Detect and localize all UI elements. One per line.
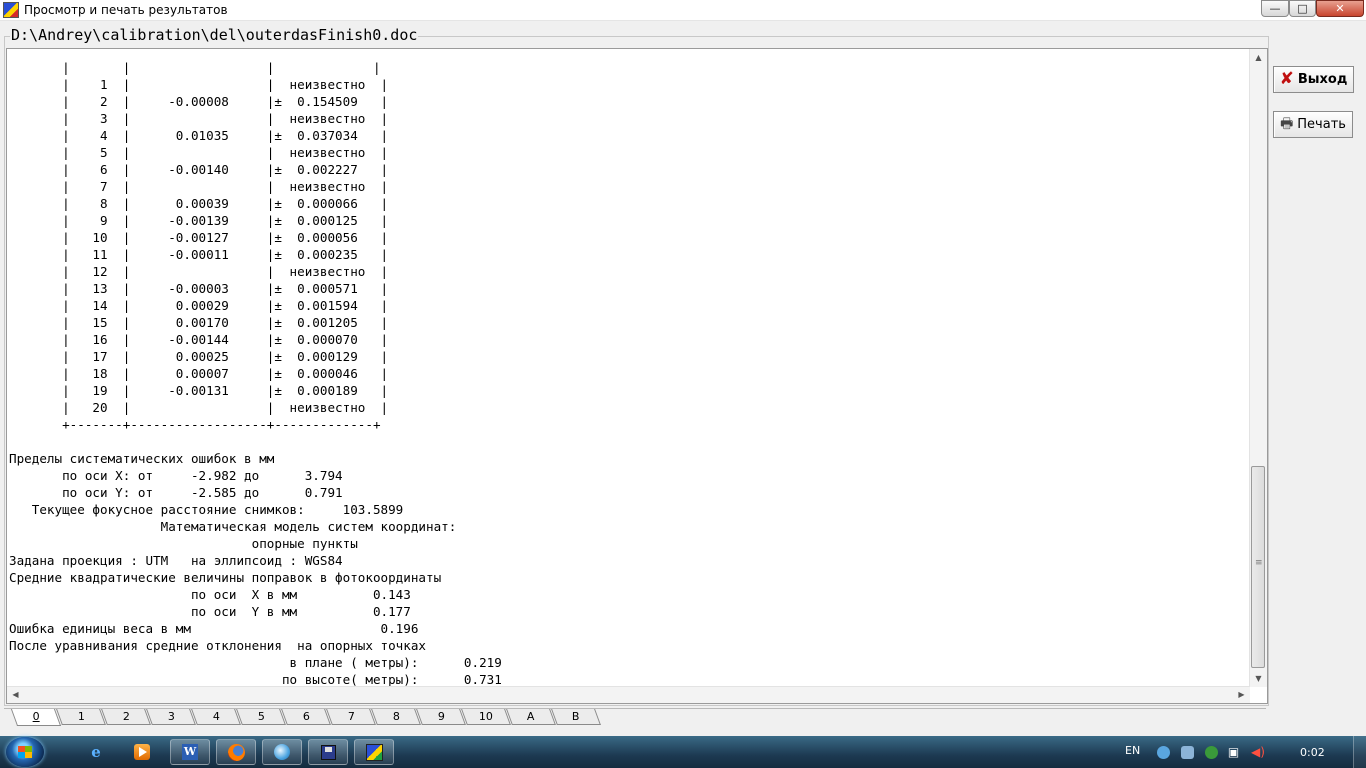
grip-icon: ≡ (1255, 558, 1263, 568)
file-path-caption: D:\Andrey\calibration\del\outerdasFinish… (10, 26, 419, 44)
show-desktop-button[interactable] (1353, 736, 1366, 768)
firefox-icon[interactable] (216, 739, 256, 765)
taskbar: e W EN ▣ ◀) 0:02 (0, 736, 1366, 768)
tab-label: 7 (347, 710, 355, 723)
tab-2[interactable]: 2 (101, 709, 151, 725)
tools-icon[interactable] (1181, 746, 1194, 759)
tab-label: 5 (257, 710, 265, 723)
tab-label: 4 (212, 710, 220, 723)
horizontal-scrollbar[interactable]: ◀ ▶ (7, 686, 1250, 703)
tab-label: 0 (32, 710, 40, 723)
scroll-up-arrow-icon[interactable]: ▲ (1250, 49, 1267, 66)
app-icon (3, 2, 19, 18)
tab-label: 2 (122, 710, 130, 723)
exit-button-label: Выход (1297, 72, 1348, 87)
tab-1[interactable]: 1 (56, 709, 106, 725)
print-button-label: Печать (1297, 117, 1346, 132)
scroll-left-arrow-icon[interactable]: ◀ (7, 687, 24, 703)
tab-label: B (572, 710, 580, 723)
tab-label: 8 (392, 710, 400, 723)
tab-label: 6 (302, 710, 310, 723)
tab-4[interactable]: 4 (191, 709, 241, 725)
start-button[interactable] (6, 737, 44, 767)
internet-explorer-icon[interactable]: e (76, 739, 116, 765)
floppy-disk-icon[interactable] (308, 739, 348, 765)
print-button[interactable]: 🖶 Печать (1273, 111, 1353, 138)
language-indicator[interactable]: EN (1125, 744, 1140, 757)
maximize-button[interactable]: □ (1289, 0, 1316, 17)
tab-label: 10 (478, 710, 493, 723)
report-viewer[interactable]: | | | | | 1 | | неизвестно | | 2 | -0.00… (6, 48, 1268, 704)
globe-app-icon[interactable] (262, 739, 302, 765)
tab-label: 9 (437, 710, 445, 723)
window-title: Просмотр и печать результатов (24, 3, 228, 17)
system-tray: EN ▣ ◀) 0:02 (1115, 736, 1366, 768)
windows-logo-icon (18, 746, 32, 758)
vertical-scroll-thumb[interactable]: ≡ (1251, 466, 1265, 668)
clock[interactable]: 0:02 (1300, 746, 1325, 759)
tab-label: 1 (77, 710, 85, 723)
tab-7[interactable]: 7 (326, 709, 376, 725)
tab-10[interactable]: 10 (461, 709, 511, 725)
vertical-scrollbar[interactable]: ▲ ≡ ▼ (1249, 49, 1267, 687)
tab-B[interactable]: B (551, 709, 601, 725)
tab-8[interactable]: 8 (371, 709, 421, 725)
page-tabs: 0 1 2 3 4 5 6 7 8 9 10 A B (4, 708, 1266, 727)
minimize-button[interactable]: — (1261, 0, 1289, 17)
tab-0[interactable]: 0 (10, 709, 62, 726)
network-icon[interactable]: ▣ (1227, 746, 1240, 759)
antivirus-icon[interactable] (1205, 746, 1218, 759)
tab-label: 3 (167, 710, 175, 723)
tab-3[interactable]: 3 (146, 709, 196, 725)
exit-button[interactable]: ✘ Выход (1273, 66, 1354, 93)
tab-9[interactable]: 9 (416, 709, 466, 725)
scroll-right-arrow-icon[interactable]: ▶ (1233, 687, 1250, 703)
close-button[interactable]: ✕ (1316, 0, 1364, 17)
tab-5[interactable]: 5 (236, 709, 286, 725)
scroll-down-arrow-icon[interactable]: ▼ (1250, 670, 1267, 687)
title-bar: Просмотр и печать результатов — □ ✕ (0, 0, 1366, 21)
volume-muted-icon[interactable]: ◀) (1251, 746, 1265, 759)
printer-icon: 🖶 (1280, 115, 1294, 132)
tab-label: A (527, 710, 535, 723)
network-globe-icon[interactable] (1157, 746, 1170, 759)
word-icon[interactable]: W (170, 739, 210, 765)
tab-A[interactable]: A (506, 709, 556, 725)
tab-6[interactable]: 6 (281, 709, 331, 725)
media-player-icon[interactable] (122, 739, 162, 765)
x-icon: ✘ (1279, 69, 1294, 89)
report-content: | | | | | 1 | | неизвестно | | 2 | -0.00… (9, 59, 1249, 687)
report-text: | | | | | 1 | | неизвестно | | 2 | -0.00… (9, 60, 502, 687)
calibration-app-icon[interactable] (354, 739, 394, 765)
